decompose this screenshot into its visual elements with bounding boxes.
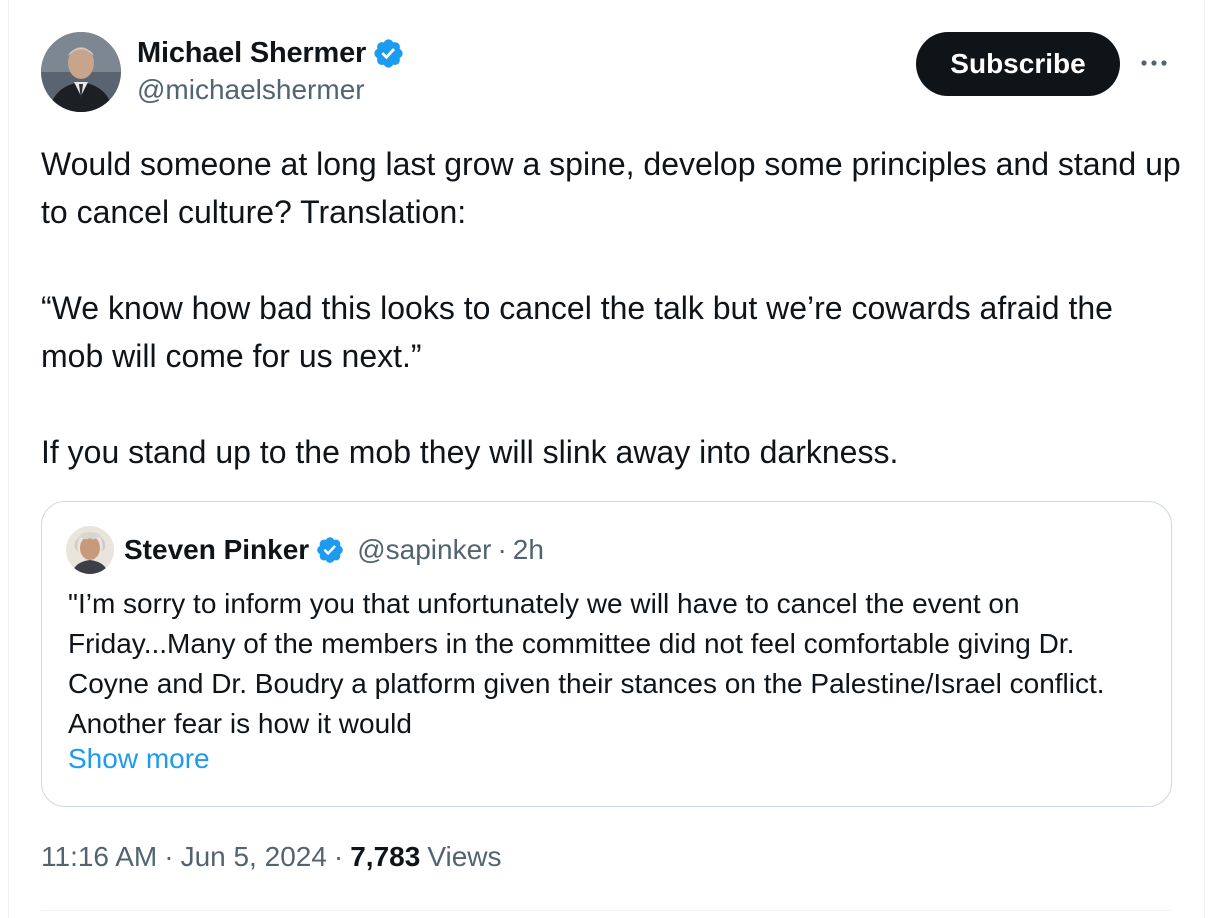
- author-name-row[interactable]: Michael Shermer: [137, 34, 405, 72]
- separator-dot: ·: [164, 841, 174, 872]
- more-horizontal-icon: [1141, 60, 1167, 66]
- author-avatar[interactable]: [41, 32, 121, 112]
- more-options-button[interactable]: [1136, 48, 1172, 78]
- tweet-metadata: 11:16 AM · Jun 5, 2024 · 7,783 Views: [41, 841, 502, 873]
- author-handle[interactable]: @michaelshermer: [137, 74, 365, 106]
- views-label: Views: [427, 841, 502, 872]
- tweet-paragraph: If you stand up to the mob they will sli…: [41, 434, 899, 470]
- verified-badge-icon: [317, 537, 344, 563]
- subscribe-button[interactable]: Subscribe: [916, 32, 1120, 96]
- quoted-header: Steven Pinker @sapinker · 2h: [124, 530, 544, 570]
- separator-dot: ·: [497, 534, 507, 565]
- quoted-author-handle[interactable]: @sapinker: [357, 534, 491, 566]
- views-count: 7,783: [350, 841, 421, 872]
- quoted-tweet-card[interactable]: Steven Pinker @sapinker · 2h "I’m sorry …: [41, 501, 1172, 807]
- tweet-time[interactable]: 11:16 AM: [41, 841, 157, 873]
- quoted-timestamp[interactable]: 2h: [513, 534, 544, 566]
- tweet-paragraph: “We know how bad this looks to cancel th…: [41, 290, 1113, 374]
- tweet-text: Would someone at long last grow a spine,…: [41, 140, 1181, 476]
- separator-dot: ·: [333, 841, 344, 872]
- divider: [41, 910, 1172, 911]
- tweet-paragraph: Would someone at long last grow a spine,…: [41, 146, 1181, 230]
- quoted-author-name[interactable]: Steven Pinker: [124, 534, 309, 566]
- show-more-link[interactable]: Show more: [68, 743, 210, 775]
- quoted-tweet-text: "I’m sorry to inform you that unfortunat…: [68, 588, 1105, 739]
- author-name[interactable]: Michael Shermer: [137, 37, 366, 70]
- tweet-date[interactable]: Jun 5, 2024: [181, 841, 327, 873]
- verified-badge-icon: [374, 38, 403, 68]
- quoted-author-avatar[interactable]: [66, 526, 114, 574]
